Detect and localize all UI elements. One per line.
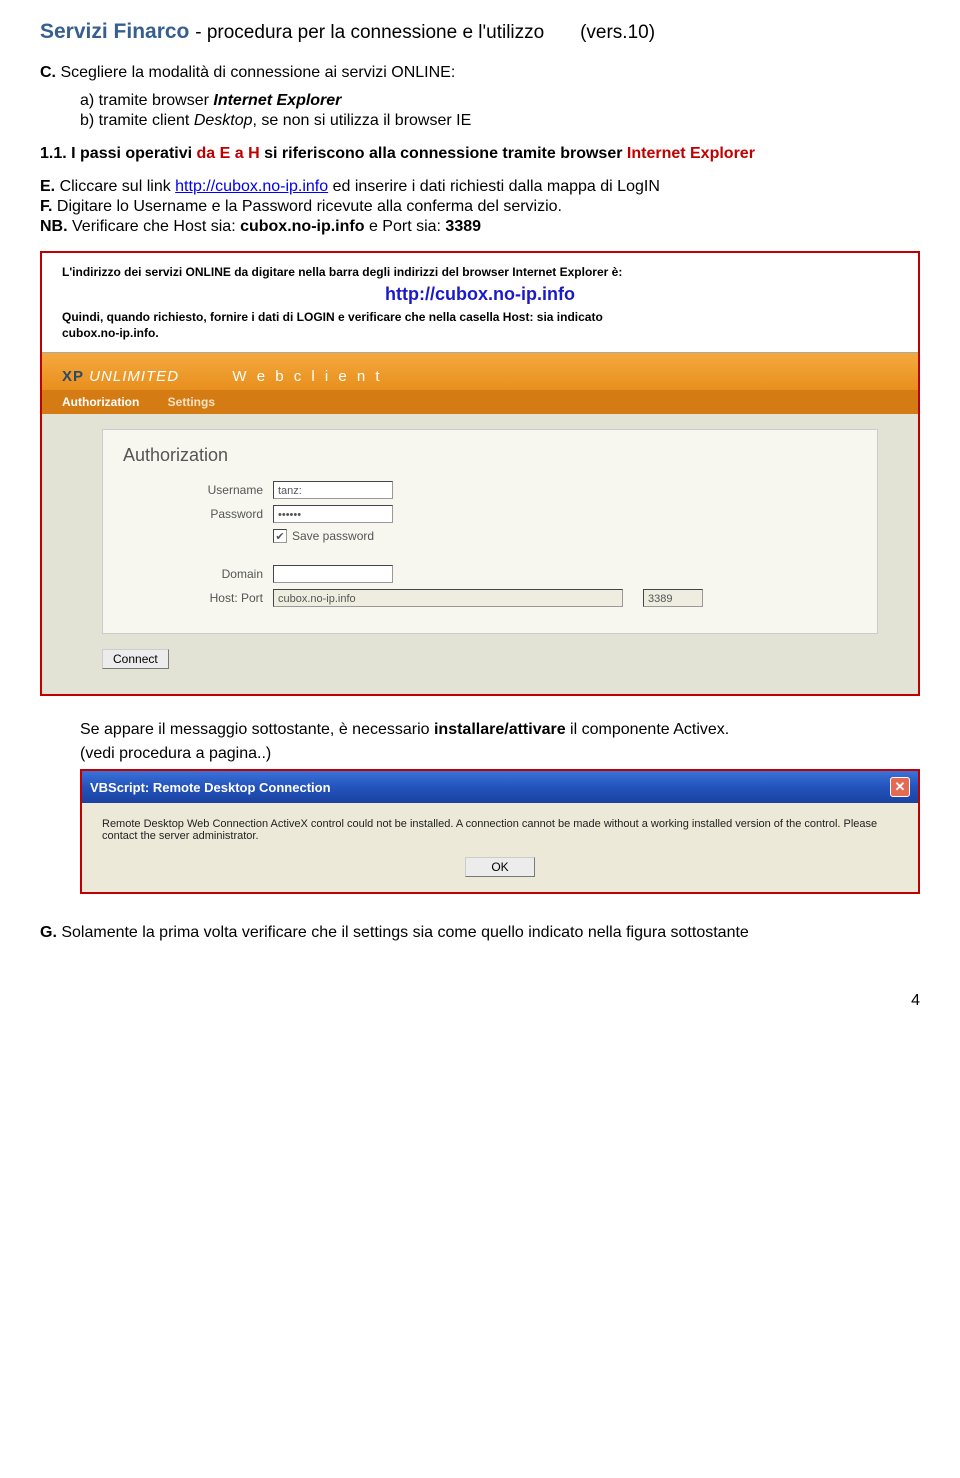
auth-form: Authorization Username tanz: Password ••… [102,429,878,634]
tab-authorization[interactable]: Authorization [62,395,139,409]
auth-form-title: Authorization [123,445,857,466]
doc-header: Servizi Finarco - procedura per la conne… [40,20,920,44]
ss1-quindi2: cubox.no-ip.info. [62,326,898,340]
webclient-label: W e b c l i e n t [232,368,382,385]
dialog-ok-row: OK [102,857,898,877]
step-g: G. Solamente la prima volta verificare c… [40,924,920,942]
step-e-pre: Cliccare sul link [55,178,175,195]
page-number: 4 [40,992,920,1010]
lbl-save-password: Save password [292,529,374,543]
step-e-link[interactable]: http://cubox.no-ip.info [175,178,328,195]
connect-button[interactable]: Connect [102,649,169,669]
nb-and: e Port sia: [365,218,446,235]
title-main: Servizi Finarco [40,20,189,43]
step-e: E. Cliccare sul link http://cubox.no-ip.… [40,178,920,196]
section-c-prefix: C. [40,64,56,81]
xp-logo-rest: UNLIMITED [84,368,179,385]
after-ss1: Se appare il messaggio sottostante, è ne… [80,721,920,739]
lbl-username: Username [123,483,273,497]
step-f-nb: NB. Verificare che Host sia: cubox.no-ip… [40,218,920,236]
step11-mid: si riferiscono alla connessione tramite … [260,145,627,162]
connect-row: Connect [102,649,918,669]
ss1-bottom-strip [42,684,918,694]
ss1-quindi1: Quindi, quando richiesto, fornire i dati… [62,310,898,324]
step-f: F. Digitare lo Username e la Password ri… [40,198,920,216]
input-password[interactable]: •••••• [273,505,393,523]
title-vers: (vers.10) [580,22,655,43]
opt-b-em: Desktop [194,112,253,129]
close-icon[interactable]: ✕ [890,777,910,797]
dialog-body: Remote Desktop Web Connection ActiveX co… [82,803,918,892]
title-dash: - [195,22,207,43]
step-f-prefix: F. [40,198,52,215]
after-ss1-bold: installare/attivare [434,721,566,738]
step11-num: 1.1. [40,145,67,162]
after-ss1-pre: Se appare il messaggio sottostante, è ne… [80,721,434,738]
opt-a-em: Internet Explorer [213,92,341,109]
screenshot-vbscript-dialog: VBScript: Remote Desktop Connection ✕ Re… [80,769,920,894]
step11-pre: I passi operativi [67,145,197,162]
step11-red1: da E a H [197,145,260,162]
screenshot-auth-panel: L'indirizzo dei servizi ONLINE da digita… [40,251,920,696]
row-savepwd: ✔ Save password [123,529,857,543]
nb-rest: Verificare che Host sia: [68,218,241,235]
dialog-message: Remote Desktop Web Connection ActiveX co… [102,818,898,842]
xp-header-bar: XP UNLIMITED W e b c l i e n t [42,353,918,390]
xp-tabs: Authorization Settings [42,390,918,414]
dialog-titlebar: VBScript: Remote Desktop Connection ✕ [82,771,918,803]
row-hostport: Host: Port cubox.no-ip.info 3389 [123,589,857,607]
step-g-prefix: G. [40,924,57,941]
nb-host: cubox.no-ip.info [240,218,364,235]
input-domain[interactable] [273,565,393,583]
after-ss1-post: il componente Activex. [566,721,730,738]
xp-logo-xp: XP [62,368,84,385]
lbl-domain: Domain [123,567,273,581]
xp-logo: XP UNLIMITED [62,368,179,385]
tab-settings[interactable]: Settings [168,395,215,409]
dialog-title: VBScript: Remote Desktop Connection [90,780,331,795]
nb-label: NB. [40,218,68,235]
row-password: Password •••••• [123,505,857,523]
input-port[interactable]: 3389 [643,589,703,607]
title-sub: procedura per la connessione e l'utilizz… [207,22,544,43]
opt-a-pre: a) tramite browser [80,92,213,109]
input-username[interactable]: tanz: [273,481,393,499]
input-host[interactable]: cubox.no-ip.info [273,589,623,607]
step-e-prefix: E. [40,178,55,195]
step-f-line1: Digitare lo Username e la Password ricev… [52,198,562,215]
step-1-1: 1.1. I passi operativi da E a H si rifer… [80,145,920,163]
opt-b-pre: b) tramite client [80,112,194,129]
row-domain: Domain [123,565,857,583]
row-username: Username tanz: [123,481,857,499]
section-c-text: Scegliere la modalità di connessione ai … [56,64,455,81]
lbl-password: Password [123,507,273,521]
ss1-instructions: L'indirizzo dei servizi ONLINE da digita… [42,253,918,352]
ss1-url: http://cubox.no-ip.info [62,284,898,305]
step-g-text: Solamente la prima volta verificare che … [57,924,749,941]
lbl-hostport: Host: Port [123,591,273,605]
ss1-panel: XP UNLIMITED W e b c l i e n t Authoriza… [42,352,918,694]
step-e-post: ed inserire i dati richiesti dalla mappa… [328,178,660,195]
opt-b-rest: , se non si utilizza il browser IE [253,112,472,129]
after-ss1-small: (vedi procedura a pagina..) [80,745,920,763]
options-block: a) tramite browser Internet Explorer b) … [80,92,920,130]
ok-button[interactable]: OK [465,857,534,877]
ss1-intro: L'indirizzo dei servizi ONLINE da digita… [62,265,898,279]
step11-red2: Internet Explorer [627,145,755,162]
nb-port: 3389 [445,218,481,235]
checkbox-save-password[interactable]: ✔ [273,529,287,543]
section-c: C. Scegliere la modalità di connessione … [40,64,920,82]
